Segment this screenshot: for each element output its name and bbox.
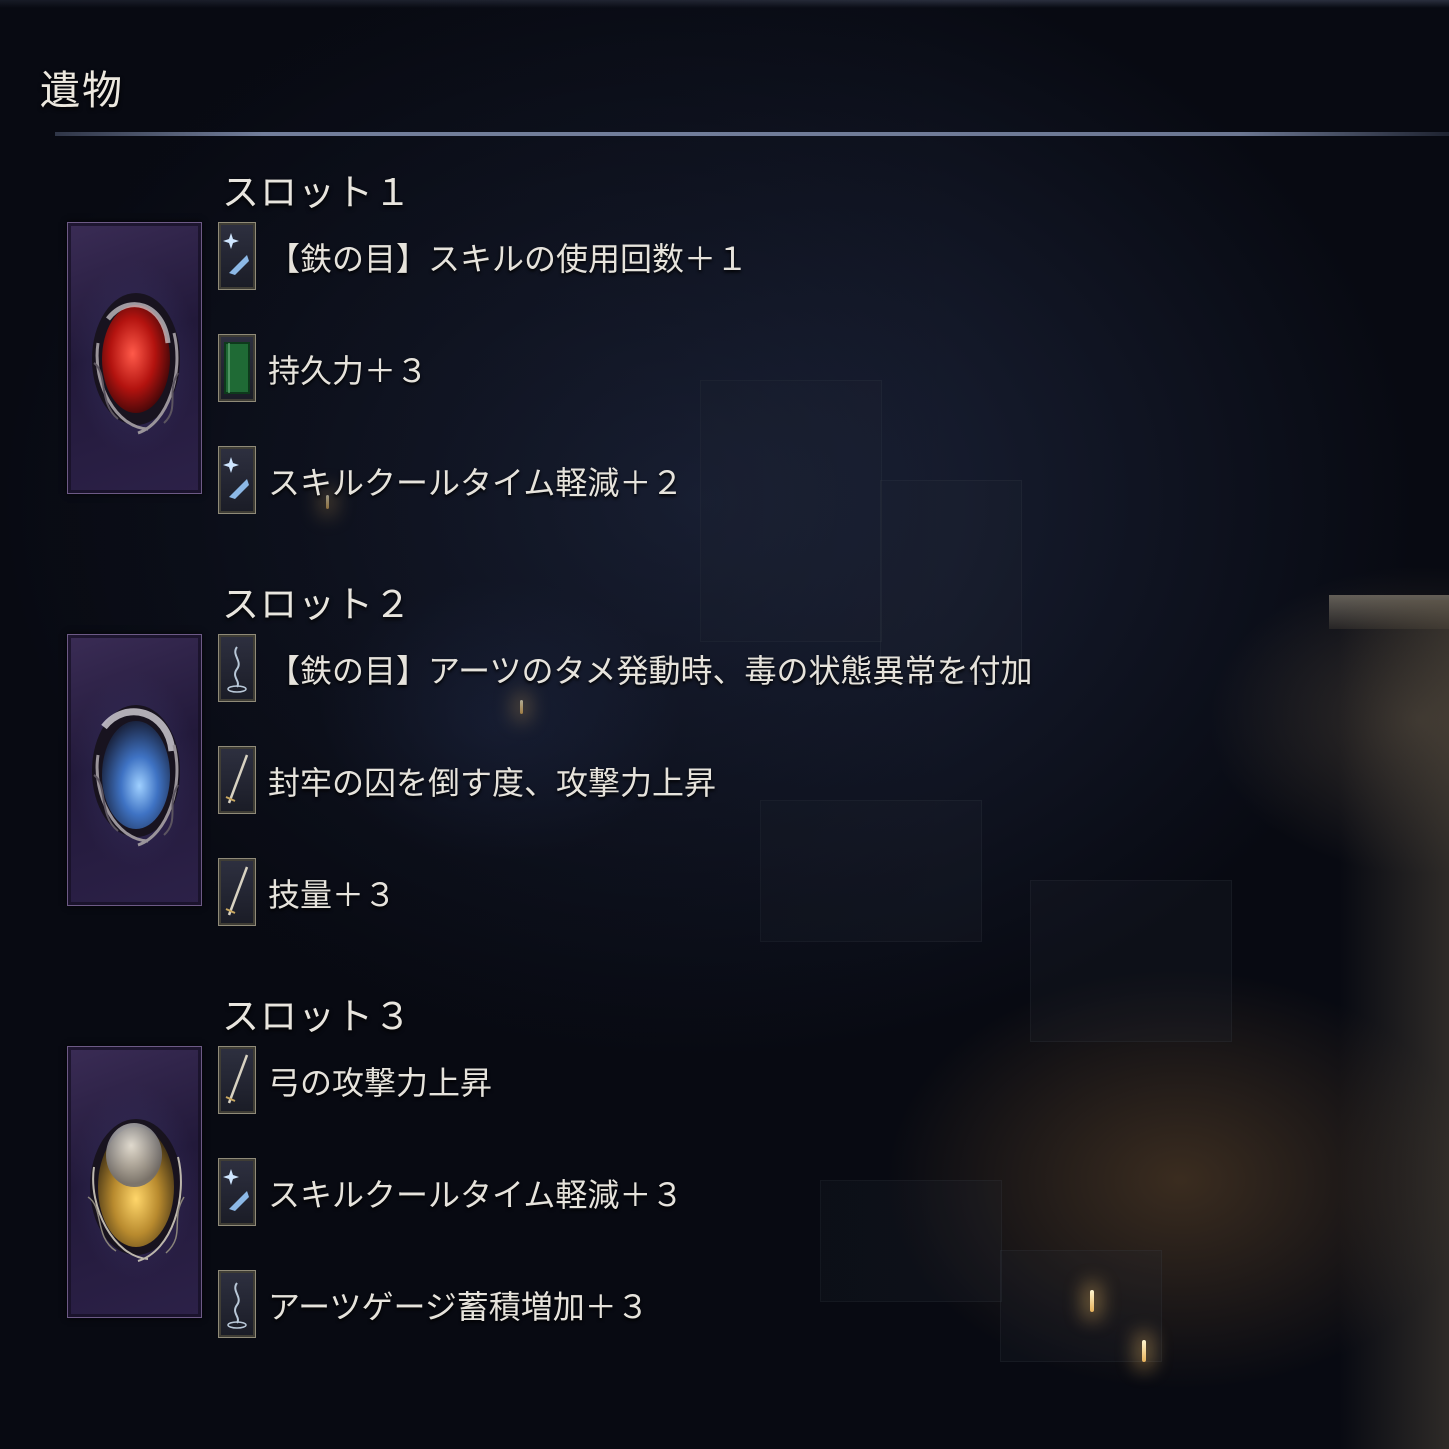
effect-text: 【鉄の目】スキルの使用回数＋１ xyxy=(268,240,749,278)
blue-relic-icon xyxy=(92,705,180,847)
skill-star-icon xyxy=(218,446,256,514)
red-relic-icon xyxy=(92,293,180,435)
relic-slot-3[interactable] xyxy=(67,1046,202,1318)
effect-text: 持久力＋３ xyxy=(268,352,429,390)
effect-text: 弓の攻撃力上昇 xyxy=(268,1064,493,1102)
candle xyxy=(1090,1290,1094,1312)
effect-text: アーツゲージ蓄積増加＋３ xyxy=(268,1288,649,1326)
wall-block xyxy=(1030,880,1232,1042)
slot-2-label: スロット２ xyxy=(222,583,412,626)
skill-star-icon xyxy=(218,222,256,290)
effect-text: 【鉄の目】アーツのタメ発動時、毒の状態異常を付加 xyxy=(268,652,1033,690)
title-divider xyxy=(55,132,1449,136)
wall-block xyxy=(1000,1250,1162,1362)
relic-slot-2[interactable] xyxy=(67,634,202,906)
slot-1-label: スロット１ xyxy=(222,171,412,214)
gold-relic-icon xyxy=(87,1119,185,1262)
arts-swirl-icon xyxy=(218,1270,256,1338)
sword-icon xyxy=(218,1046,256,1114)
candle xyxy=(1142,1340,1146,1362)
effect-text: スキルクールタイム軽減＋３ xyxy=(268,1176,684,1214)
page-title: 遺物 xyxy=(40,68,124,114)
sword-icon xyxy=(218,858,256,926)
slot-3-label: スロット３ xyxy=(222,995,412,1038)
sword-icon xyxy=(218,746,256,814)
arts-swirl-icon xyxy=(218,634,256,702)
skill-star-icon xyxy=(218,1158,256,1226)
relic-slot-1[interactable] xyxy=(67,222,202,494)
effect-text: 封牢の囚を倒す度、攻撃力上昇 xyxy=(268,764,717,802)
effect-text: スキルクールタイム軽減＋２ xyxy=(268,464,684,502)
effect-text: 技量＋３ xyxy=(268,876,397,914)
stone-pillar xyxy=(1339,600,1449,1449)
green-book-icon xyxy=(218,334,256,402)
